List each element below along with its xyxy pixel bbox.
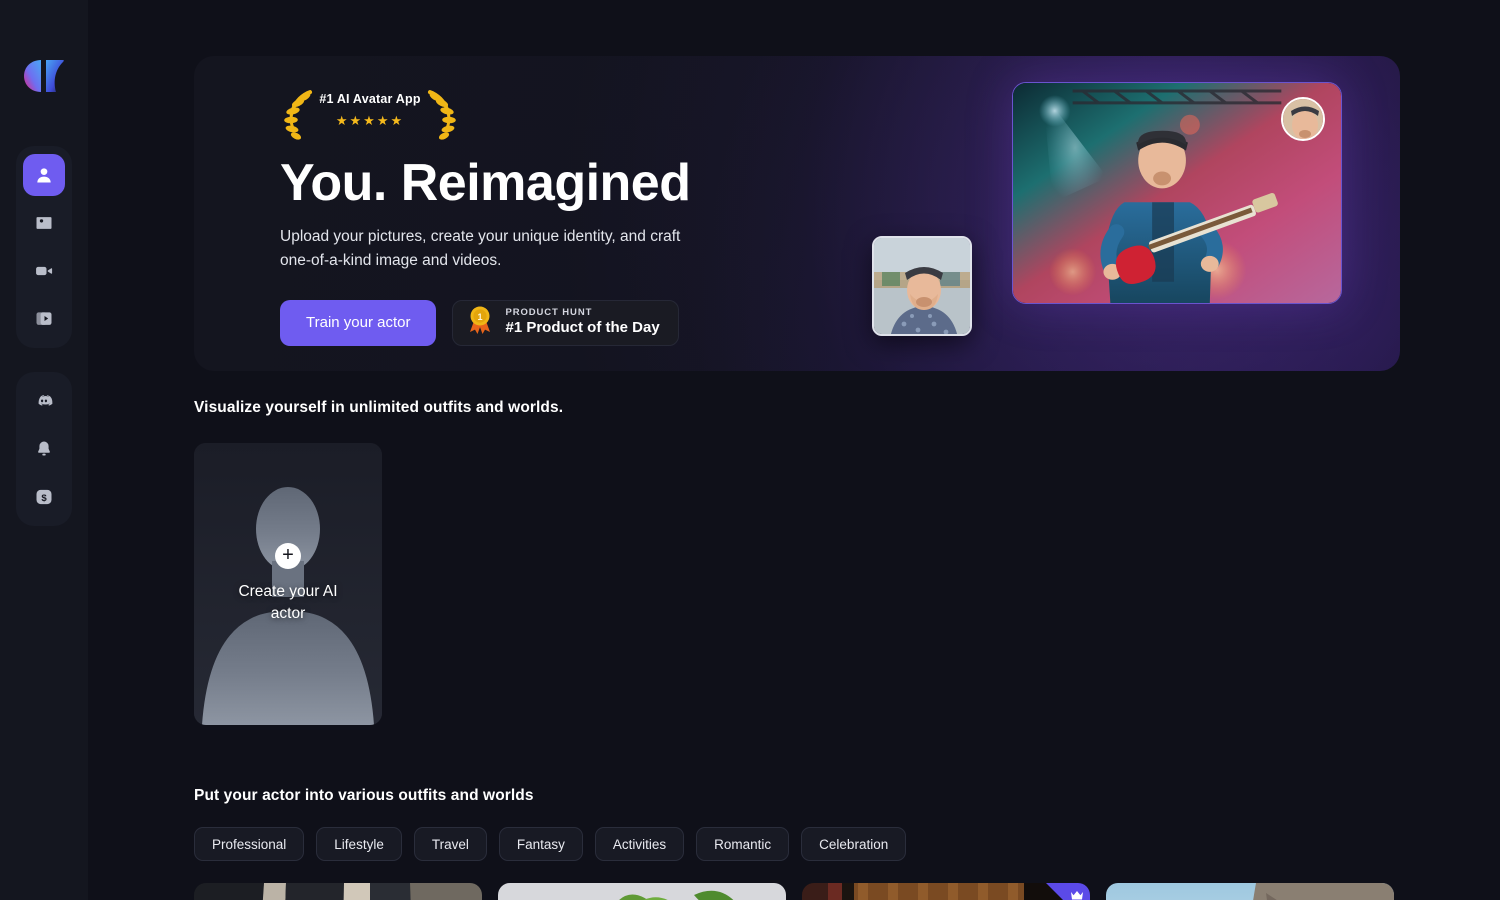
brand-logo[interactable] xyxy=(22,54,66,98)
gallery-card-vegetables[interactable] xyxy=(498,883,786,900)
chip-travel[interactable]: Travel xyxy=(413,827,487,861)
gallery-card-corridor[interactable] xyxy=(194,883,482,900)
source-photo-thumbnail[interactable] xyxy=(872,236,972,336)
dollar-icon: $ xyxy=(34,487,54,507)
sidebar: $ xyxy=(0,0,88,900)
laurel-right-icon xyxy=(426,88,460,147)
crown-icon xyxy=(1070,890,1084,900)
video-camera-icon xyxy=(34,261,54,281)
chip-activities[interactable]: Activities xyxy=(594,827,685,861)
reference-face-avatar xyxy=(1281,97,1325,141)
sidebar-group-primary xyxy=(16,146,72,348)
chip-fantasy[interactable]: Fantasy xyxy=(498,827,583,861)
hero-banner: #1 AI Avatar App ★★★★★ You. Reimagined U… xyxy=(194,56,1400,371)
create-actor-overlay: + Create your AI actor xyxy=(194,443,382,725)
sidebar-item-notifications[interactable] xyxy=(23,428,65,470)
sidebar-item-videos[interactable] xyxy=(23,250,65,292)
sidebar-item-images[interactable] xyxy=(23,202,65,244)
sidebar-item-clips[interactable] xyxy=(23,298,65,340)
product-hunt-badge[interactable]: 1 PRODUCT HUNT #1 Product of the Day xyxy=(452,299,679,346)
outfits-section-title: Put your actor into various outfits and … xyxy=(194,787,534,804)
svg-text:1: 1 xyxy=(478,312,483,322)
gallery-card-cliff[interactable] xyxy=(1106,883,1394,900)
outfits-section: Put your actor into various outfits and … xyxy=(194,787,1400,900)
chip-celebration[interactable]: Celebration xyxy=(801,827,907,861)
hero-copy: #1 AI Avatar App ★★★★★ You. Reimagined U… xyxy=(280,88,840,346)
gallery-card-interior[interactable] xyxy=(802,883,1090,900)
bell-icon xyxy=(34,439,54,459)
sidebar-item-discord[interactable] xyxy=(23,380,65,422)
sidebar-item-actors[interactable] xyxy=(23,154,65,196)
medal-icon: 1 xyxy=(467,305,493,340)
chip-romantic[interactable]: Romantic xyxy=(696,827,790,861)
category-chip-row: Professional Lifestyle Travel Fantasy Ac… xyxy=(194,827,1400,861)
source-photo xyxy=(874,238,970,334)
laurel-left-icon xyxy=(280,88,314,147)
vegetables-image xyxy=(498,883,786,900)
hero-subtitle: Upload your pictures, create your unique… xyxy=(280,227,681,270)
product-hunt-title: #1 Product of the Day xyxy=(505,319,660,337)
award-badge: #1 AI Avatar App ★★★★★ xyxy=(280,88,460,146)
corridor-image xyxy=(194,883,482,900)
person-icon xyxy=(34,165,54,185)
sidebar-group-secondary: $ xyxy=(16,372,72,526)
create-actor-label: Create your AI actor xyxy=(238,583,338,622)
interior-image xyxy=(802,883,1090,900)
chip-professional[interactable]: Professional xyxy=(194,827,305,861)
image-icon xyxy=(34,213,54,233)
train-your-actor-button[interactable]: Train your actor xyxy=(280,299,437,346)
discord-icon xyxy=(34,391,54,411)
award-label: #1 AI Avatar App xyxy=(319,92,421,106)
product-hunt-kicker: PRODUCT HUNT xyxy=(505,307,593,319)
award-stars: ★★★★★ xyxy=(335,113,405,128)
chip-lifestyle[interactable]: Lifestyle xyxy=(316,827,402,861)
visualize-section: Visualize yourself in unlimited outfits … xyxy=(194,399,1400,725)
hero-generated-image[interactable] xyxy=(1012,82,1342,304)
product-hunt-texts: PRODUCT HUNT #1 Product of the Day xyxy=(505,307,659,338)
main-content: #1 AI Avatar App ★★★★★ You. Reimagined U… xyxy=(88,0,1500,900)
svg-text:$: $ xyxy=(41,493,47,504)
create-ai-actor-card[interactable]: + Create your AI actor xyxy=(194,443,382,725)
page-title: You. Reimagined xyxy=(280,154,691,212)
hero-actions: Train your actor 1 PRODUCT HUNT #1 Produ… xyxy=(280,299,840,346)
plus-icon: + xyxy=(275,543,301,569)
visualize-section-title: Visualize yourself in unlimited outfits … xyxy=(194,399,564,416)
app-root: $ #1 AI Avatar App ★★★★★ You. Reimagined… xyxy=(0,0,1500,900)
gallery-row xyxy=(194,883,1400,900)
cliff-image xyxy=(1106,883,1394,900)
clips-icon xyxy=(34,309,54,329)
hero-artwork xyxy=(866,56,1386,371)
sidebar-item-billing[interactable]: $ xyxy=(23,476,65,518)
